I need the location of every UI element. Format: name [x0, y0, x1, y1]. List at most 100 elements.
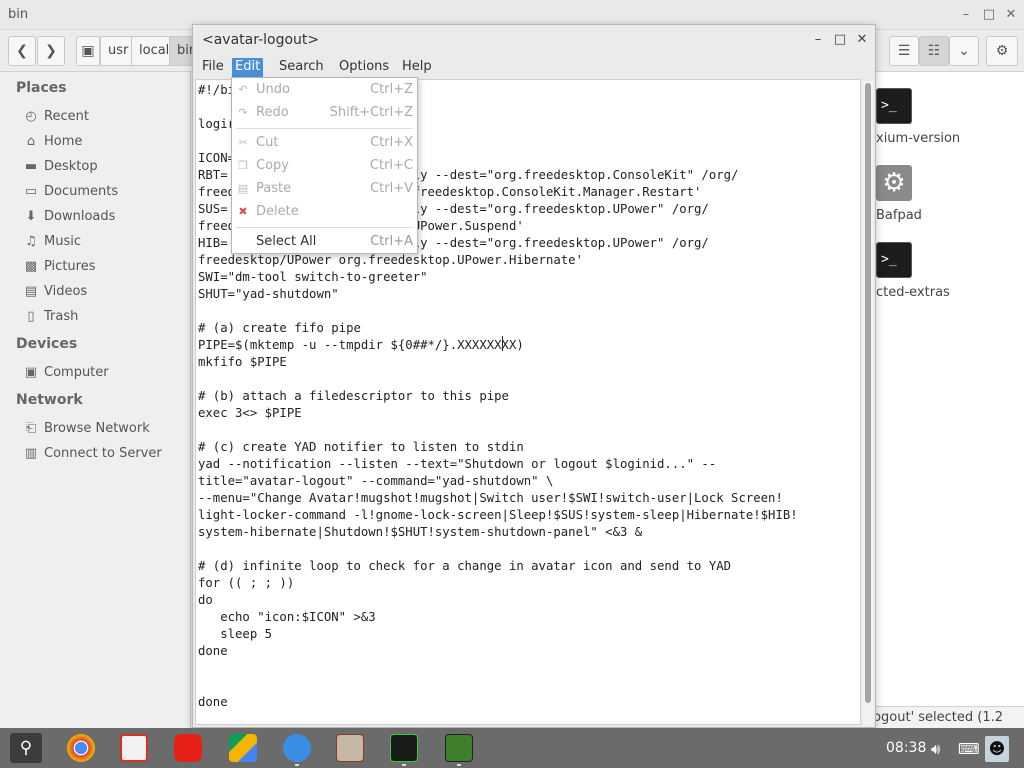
- editor-titlebar[interactable]: <avatar-logout> – □ ✕: [193, 25, 875, 55]
- running-indicator: [295, 764, 299, 766]
- code-line: echo "icon:$ICON" >&3: [198, 610, 376, 624]
- drive-icon[interactable]: [229, 734, 257, 762]
- system-monitor-icon[interactable]: [390, 734, 418, 762]
- forward-button[interactable]: ❯: [37, 36, 65, 66]
- terminal-icon[interactable]: >_: [876, 242, 912, 278]
- menu-item-delete[interactable]: ✖ Delete: [232, 201, 417, 223]
- code-line: for (( ; ; )): [198, 576, 295, 590]
- sidebar-item-desktop[interactable]: ▬ Desktop: [24, 156, 98, 178]
- code-line: #!/bi: [198, 83, 236, 97]
- code-line: sleep 5: [198, 627, 273, 641]
- chrome-icon[interactable]: [67, 734, 95, 762]
- back-button[interactable]: ❮: [8, 36, 36, 66]
- code-line: light-locker-command -l!gnome-lock-scree…: [198, 508, 798, 522]
- redo-icon: ↷: [238, 106, 248, 119]
- sidebar-item-documents[interactable]: ▭ Documents: [24, 181, 118, 203]
- sidebar-item-connect-to-server[interactable]: ▥ Connect to Server: [24, 443, 162, 465]
- sidebar-item-home[interactable]: ⌂ Home: [24, 131, 83, 153]
- menu-item-cut[interactable]: ✂ Cut Ctrl+X: [232, 132, 417, 154]
- music-icon: ♫: [25, 234, 37, 249]
- menubar: File Edit Search Options Help: [193, 55, 875, 79]
- menu-file[interactable]: File: [199, 58, 227, 78]
- pictures-icon: ▩: [24, 259, 38, 274]
- undo-icon: ↶: [238, 83, 248, 96]
- grid-view-button[interactable]: ☷: [919, 36, 949, 66]
- sidebar: Places ◴ Recent ⌂ Home ▬ Desktop ▭ Documents…: [0, 72, 191, 728]
- menu-item-undo[interactable]: ↶ Undo Ctrl+Z: [232, 79, 417, 101]
- files-icon[interactable]: [283, 734, 311, 762]
- sidebar-item-videos[interactable]: ▤ Videos: [24, 281, 87, 303]
- close-icon[interactable]: ✕: [853, 31, 871, 49]
- desktop-icon: ▬: [24, 159, 38, 174]
- view-options-button[interactable]: ⌄: [949, 36, 979, 66]
- menu-edit[interactable]: Edit: [232, 58, 264, 78]
- menu-item-copy[interactable]: ❐ Copy Ctrl+C: [232, 155, 417, 177]
- taskbar: ⚲ 08:38 🔊︎ ⌨ ☻: [0, 728, 1024, 768]
- home-icon: ⌂: [26, 134, 36, 149]
- file-manager-title: bin: [8, 7, 29, 22]
- code-line: --menu="Change Avatar!mugshot!mugshot|Sw…: [198, 491, 783, 505]
- paste-icon: ▤: [237, 182, 249, 195]
- menu-options[interactable]: Options: [336, 58, 392, 78]
- minimize-icon[interactable]: –: [809, 31, 827, 49]
- avatar[interactable]: ☻: [985, 736, 1009, 762]
- file-label[interactable]: cted-extras: [876, 285, 950, 300]
- gear-icon[interactable]: ⚙: [876, 165, 912, 201]
- terminal-icon[interactable]: >_: [876, 88, 912, 124]
- sidebar-item-browse-network[interactable]: ⎗ Browse Network: [24, 418, 150, 440]
- file-label[interactable]: xium-version: [876, 131, 960, 146]
- code-line: SHUT="yad-shutdown": [198, 287, 339, 301]
- menu-search[interactable]: Search: [276, 58, 327, 78]
- toggle-location-button[interactable]: ▣: [76, 36, 100, 66]
- clock[interactable]: 08:38: [886, 740, 926, 756]
- settings-button[interactable]: ⚙: [986, 36, 1018, 66]
- keyboard-icon[interactable]: ⌨: [958, 740, 980, 758]
- scrollbar-thumb[interactable]: [865, 83, 871, 703]
- edit-menu-dropdown: ↶ Undo Ctrl+Z ↷ Redo Shift+Ctrl+Z ✂ Cut …: [231, 77, 418, 254]
- minimize-icon[interactable]: –: [957, 6, 975, 24]
- sidebar-item-trash[interactable]: ▯ Trash: [24, 306, 78, 328]
- maximize-icon[interactable]: □: [831, 31, 849, 49]
- maximize-icon[interactable]: □: [980, 6, 998, 24]
- cut-icon: ✂: [238, 136, 248, 149]
- server-icon: ▥: [24, 446, 38, 461]
- running-indicator: [457, 764, 461, 766]
- delete-icon: ✖: [238, 205, 248, 218]
- code-line: yad --notification --listen --text="Shut…: [198, 457, 717, 471]
- sidebar-item-computer[interactable]: ▣ Computer: [24, 362, 109, 384]
- code-line: done: [198, 695, 228, 709]
- menu-item-redo[interactable]: ↷ Redo Shift+Ctrl+Z: [232, 102, 417, 124]
- sidebar-item-recent[interactable]: ◴ Recent: [24, 106, 89, 128]
- menu-item-paste[interactable]: ▤ Paste Ctrl+V: [232, 178, 417, 200]
- list-view-button[interactable]: ☰: [889, 36, 919, 66]
- clock-icon: ◴: [25, 109, 37, 124]
- gmail-icon[interactable]: [120, 734, 148, 762]
- sidebar-item-downloads[interactable]: ⬇ Downloads: [24, 206, 116, 228]
- computer-icon: ▣: [24, 365, 38, 380]
- youtube-icon[interactable]: [174, 734, 202, 762]
- vertical-scrollbar[interactable]: [863, 81, 873, 725]
- downloads-icon: ⬇: [25, 209, 37, 224]
- menu-help[interactable]: Help: [399, 58, 435, 78]
- search-icon[interactable]: ⚲: [10, 733, 42, 763]
- sidebar-item-pictures[interactable]: ▩ Pictures: [24, 256, 96, 278]
- text-editor-icon[interactable]: [445, 734, 473, 762]
- network-icon: ⎗: [25, 421, 37, 436]
- code-line: # (a) create fifo pipe: [198, 321, 361, 335]
- sidebar-item-music[interactable]: ♫ Music: [24, 231, 81, 253]
- code-line: # (d) infinite loop to check for a chang…: [198, 559, 732, 573]
- file-label[interactable]: Bafpad: [876, 208, 922, 223]
- code-line: done: [198, 644, 228, 658]
- code-line: # (c) create YAD notifier to listen to s…: [198, 440, 524, 454]
- code-line: # (b) attach a filedescriptor to this pi…: [198, 389, 509, 403]
- menu-item-select-all[interactable]: Select All Ctrl+A: [232, 231, 417, 253]
- installer-icon[interactable]: [336, 734, 364, 762]
- volume-icon[interactable]: 🔊︎: [931, 740, 940, 758]
- places-heading: Places: [16, 80, 67, 96]
- code-line: title="avatar-logout" --command="yad-shu…: [198, 474, 554, 488]
- copy-icon: ❐: [238, 159, 248, 172]
- documents-icon: ▭: [24, 184, 38, 199]
- code-line: system-hibernate|Shutdown!$SHUT!system-s…: [198, 525, 643, 539]
- close-icon[interactable]: ✕: [1002, 6, 1020, 24]
- menu-separator: [236, 227, 413, 228]
